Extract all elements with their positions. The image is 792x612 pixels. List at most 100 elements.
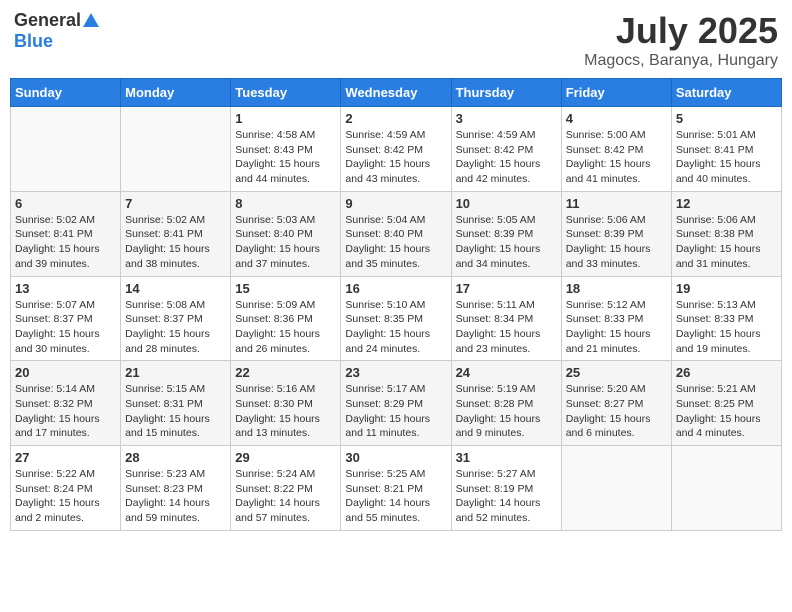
calendar-cell: 19 Sunrise: 5:13 AMSunset: 8:33 PMDayligh… [671, 276, 781, 361]
weekday-header-monday: Monday [121, 79, 231, 107]
calendar-cell: 16 Sunrise: 5:10 AMSunset: 8:35 PMDayligh… [341, 276, 451, 361]
calendar-week-2: 6 Sunrise: 5:02 AMSunset: 8:41 PMDaylight… [11, 191, 782, 276]
day-number: 8 [235, 196, 336, 211]
day-number: 1 [235, 111, 336, 126]
day-detail: Sunrise: 5:13 AMSunset: 8:33 PMDaylight:… [676, 298, 777, 357]
calendar-cell: 25 Sunrise: 5:20 AMSunset: 8:27 PMDayligh… [561, 361, 671, 446]
day-number: 18 [566, 281, 667, 296]
calendar-cell: 15Sunrise: 5:09 AMSunset: 8:36 PMDayligh… [231, 276, 341, 361]
day-number: 22 [235, 365, 336, 380]
calendar-cell: 10 Sunrise: 5:05 AMSunset: 8:39 PMDayligh… [451, 191, 561, 276]
calendar-cell: 13 Sunrise: 5:07 AMSunset: 8:37 PMDayligh… [11, 276, 121, 361]
title-block: July 2025 Magocs, Baranya, Hungary [584, 10, 778, 70]
calendar-cell: 20Sunrise: 5:14 AMSunset: 8:32 PMDayligh… [11, 361, 121, 446]
day-detail: Sunrise: 5:10 AMSunset: 8:35 PMDaylight:… [345, 298, 446, 357]
day-number: 24 [456, 365, 557, 380]
logo-general-text: General [14, 10, 81, 31]
day-number: 25 [566, 365, 667, 380]
calendar-cell: 17 Sunrise: 5:11 AMSunset: 8:34 PMDayligh… [451, 276, 561, 361]
day-number: 31 [456, 450, 557, 465]
day-detail: Sunrise: 5:21 AMSunset: 8:25 PMDaylight:… [676, 382, 777, 441]
calendar-table: SundayMondayTuesdayWednesdayThursdayFrid… [10, 78, 782, 531]
day-detail: Sunrise: 4:58 AMSunset: 8:43 PMDaylight:… [235, 128, 336, 187]
day-number: 29 [235, 450, 336, 465]
calendar-cell: 8 Sunrise: 5:03 AMSunset: 8:40 PMDaylight… [231, 191, 341, 276]
day-number: 15 [235, 281, 336, 296]
weekday-header-tuesday: Tuesday [231, 79, 341, 107]
calendar-cell: 12Sunrise: 5:06 AMSunset: 8:38 PMDayligh… [671, 191, 781, 276]
calendar-cell: 26Sunrise: 5:21 AMSunset: 8:25 PMDayligh… [671, 361, 781, 446]
weekday-header-saturday: Saturday [671, 79, 781, 107]
day-detail: Sunrise: 5:23 AMSunset: 8:23 PMDaylight:… [125, 467, 226, 526]
calendar-cell: 5 Sunrise: 5:01 AMSunset: 8:41 PMDaylight… [671, 107, 781, 192]
day-number: 12 [676, 196, 777, 211]
logo: General Blue [14, 10, 99, 52]
day-number: 5 [676, 111, 777, 126]
weekday-header-sunday: Sunday [11, 79, 121, 107]
day-detail: Sunrise: 4:59 AMSunset: 8:42 PMDaylight:… [345, 128, 446, 187]
day-detail: Sunrise: 5:25 AMSunset: 8:21 PMDaylight:… [345, 467, 446, 526]
day-number: 14 [125, 281, 226, 296]
weekday-header-friday: Friday [561, 79, 671, 107]
day-number: 19 [676, 281, 777, 296]
day-number: 27 [15, 450, 116, 465]
day-number: 10 [456, 196, 557, 211]
calendar-cell: 1 Sunrise: 4:58 AMSunset: 8:43 PMDaylight… [231, 107, 341, 192]
day-detail: Sunrise: 5:19 AMSunset: 8:28 PMDaylight:… [456, 382, 557, 441]
day-number: 11 [566, 196, 667, 211]
day-detail: Sunrise: 4:59 AMSunset: 8:42 PMDaylight:… [456, 128, 557, 187]
day-number: 28 [125, 450, 226, 465]
calendar-cell: 18 Sunrise: 5:12 AMSunset: 8:33 PMDayligh… [561, 276, 671, 361]
day-detail: Sunrise: 5:22 AMSunset: 8:24 PMDaylight:… [15, 467, 116, 526]
day-detail: Sunrise: 5:02 AMSunset: 8:41 PMDaylight:… [15, 213, 116, 272]
day-detail: Sunrise: 5:00 AMSunset: 8:42 PMDaylight:… [566, 128, 667, 187]
logo-icon [83, 13, 99, 27]
calendar-week-1: 1 Sunrise: 4:58 AMSunset: 8:43 PMDaylight… [11, 107, 782, 192]
calendar-cell: 30 Sunrise: 5:25 AMSunset: 8:21 PMDayligh… [341, 446, 451, 531]
day-detail: Sunrise: 5:03 AMSunset: 8:40 PMDaylight:… [235, 213, 336, 272]
day-number: 2 [345, 111, 446, 126]
calendar-cell: 29 Sunrise: 5:24 AMSunset: 8:22 PMDayligh… [231, 446, 341, 531]
day-number: 9 [345, 196, 446, 211]
calendar-cell: 14Sunrise: 5:08 AMSunset: 8:37 PMDayligh… [121, 276, 231, 361]
calendar-cell: 9Sunrise: 5:04 AMSunset: 8:40 PMDaylight… [341, 191, 451, 276]
location-subtitle: Magocs, Baranya, Hungary [584, 52, 778, 70]
calendar-cell: 31Sunrise: 5:27 AMSunset: 8:19 PMDayligh… [451, 446, 561, 531]
day-number: 20 [15, 365, 116, 380]
day-detail: Sunrise: 5:20 AMSunset: 8:27 PMDaylight:… [566, 382, 667, 441]
calendar-cell: 24 Sunrise: 5:19 AMSunset: 8:28 PMDayligh… [451, 361, 561, 446]
day-detail: Sunrise: 5:24 AMSunset: 8:22 PMDaylight:… [235, 467, 336, 526]
calendar-cell [671, 446, 781, 531]
day-detail: Sunrise: 5:07 AMSunset: 8:37 PMDaylight:… [15, 298, 116, 357]
calendar-cell [11, 107, 121, 192]
calendar-cell: 2 Sunrise: 4:59 AMSunset: 8:42 PMDaylight… [341, 107, 451, 192]
day-detail: Sunrise: 5:05 AMSunset: 8:39 PMDaylight:… [456, 213, 557, 272]
calendar-cell: 6 Sunrise: 5:02 AMSunset: 8:41 PMDaylight… [11, 191, 121, 276]
day-number: 30 [345, 450, 446, 465]
day-number: 7 [125, 196, 226, 211]
weekday-header-thursday: Thursday [451, 79, 561, 107]
calendar-cell: 23Sunrise: 5:17 AMSunset: 8:29 PMDayligh… [341, 361, 451, 446]
day-detail: Sunrise: 5:12 AMSunset: 8:33 PMDaylight:… [566, 298, 667, 357]
day-number: 13 [15, 281, 116, 296]
calendar-cell: 7 Sunrise: 5:02 AMSunset: 8:41 PMDaylight… [121, 191, 231, 276]
day-number: 6 [15, 196, 116, 211]
logo-blue-text: Blue [14, 31, 53, 51]
day-detail: Sunrise: 5:01 AMSunset: 8:41 PMDaylight:… [676, 128, 777, 187]
calendar-cell: 27 Sunrise: 5:22 AMSunset: 8:24 PMDayligh… [11, 446, 121, 531]
calendar-week-3: 13 Sunrise: 5:07 AMSunset: 8:37 PMDayligh… [11, 276, 782, 361]
day-detail: Sunrise: 5:11 AMSunset: 8:34 PMDaylight:… [456, 298, 557, 357]
calendar-week-5: 27 Sunrise: 5:22 AMSunset: 8:24 PMDayligh… [11, 446, 782, 531]
day-detail: Sunrise: 5:16 AMSunset: 8:30 PMDaylight:… [235, 382, 336, 441]
day-detail: Sunrise: 5:02 AMSunset: 8:41 PMDaylight:… [125, 213, 226, 272]
calendar-cell: 21Sunrise: 5:15 AMSunset: 8:31 PMDayligh… [121, 361, 231, 446]
calendar-cell [121, 107, 231, 192]
day-number: 16 [345, 281, 446, 296]
calendar-cell: 4Sunrise: 5:00 AMSunset: 8:42 PMDaylight… [561, 107, 671, 192]
page-header: General Blue July 2025 Magocs, Baranya, … [10, 10, 782, 70]
day-number: 17 [456, 281, 557, 296]
calendar-cell: 11Sunrise: 5:06 AMSunset: 8:39 PMDayligh… [561, 191, 671, 276]
calendar-cell: 22 Sunrise: 5:16 AMSunset: 8:30 PMDayligh… [231, 361, 341, 446]
calendar-cell [561, 446, 671, 531]
calendar-cell: 3Sunrise: 4:59 AMSunset: 8:42 PMDaylight… [451, 107, 561, 192]
